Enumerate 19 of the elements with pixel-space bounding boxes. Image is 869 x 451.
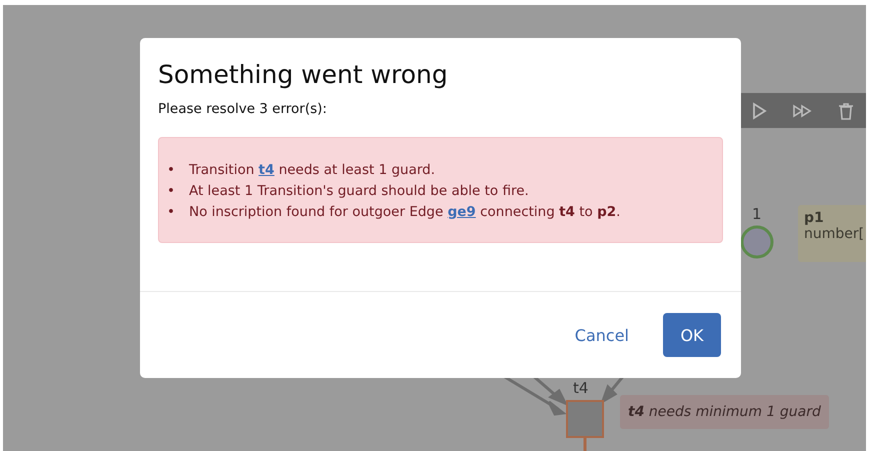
transition-label: t4 (573, 379, 588, 397)
error-link[interactable]: ge9 (448, 204, 476, 220)
place-node (740, 225, 774, 259)
trash-icon[interactable] (836, 100, 856, 120)
error-link[interactable]: t4 (258, 162, 274, 178)
warning-label: t4 needs minimum 1 guard (620, 395, 829, 429)
bullet: • (167, 203, 175, 221)
ok-button[interactable]: OK (663, 313, 721, 357)
dialog-message: Please resolve 3 error(s): (158, 101, 328, 117)
token-count: 1 (752, 205, 762, 223)
bullet: • (167, 182, 175, 200)
bullet: • (167, 161, 175, 179)
dialog-title: Something went wrong (158, 60, 449, 89)
error-item: Transition t4 needs at least 1 guard. (188, 161, 436, 179)
error-item: At least 1 Transition's guard should be able to fire. (188, 182, 529, 200)
cancel-button[interactable]: Cancel (560, 313, 643, 357)
error-item: No inscription found for outgoer Edge ge9 connecting t4 to p2. (188, 203, 620, 221)
place-label: p1 number[ (798, 205, 866, 262)
transition-node (566, 400, 604, 438)
